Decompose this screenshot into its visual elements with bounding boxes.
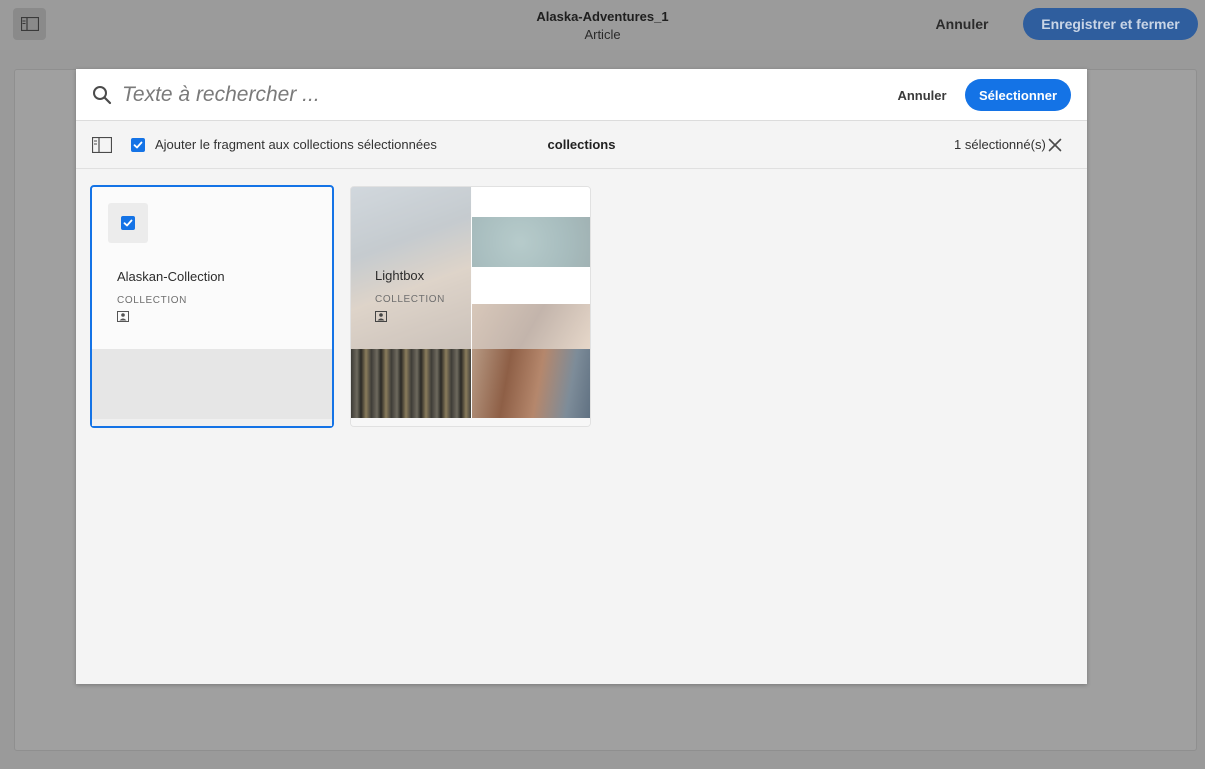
close-icon[interactable] bbox=[1048, 138, 1062, 152]
card-footer bbox=[351, 418, 590, 426]
thumbnail-tile bbox=[351, 349, 471, 418]
save-and-close-button[interactable]: Enregistrer et fermer bbox=[1023, 8, 1198, 40]
collection-icon bbox=[117, 311, 129, 322]
collection-icon bbox=[375, 311, 387, 322]
card-footer bbox=[92, 419, 332, 426]
action-bar: Ajouter le fragment aux collections séle… bbox=[76, 121, 1087, 169]
card-type: COLLECTION bbox=[117, 295, 187, 306]
selection-count: 1 sélectionné(s) bbox=[954, 137, 1046, 152]
card-title: Alaskan-Collection bbox=[117, 269, 225, 284]
card-thumbnail bbox=[92, 349, 332, 419]
search-bar: Annuler Sélectionner bbox=[76, 69, 1087, 121]
checkmark-icon bbox=[123, 219, 133, 227]
thumbnail-tile bbox=[472, 349, 590, 418]
card-checkbox-mark bbox=[121, 216, 135, 230]
card-checkbox[interactable] bbox=[108, 203, 148, 243]
editor-cancel-button[interactable]: Annuler bbox=[920, 8, 1004, 40]
collection-picker-dialog: Annuler Sélectionner Ajouter le fragment… bbox=[76, 69, 1087, 684]
select-button[interactable]: Sélectionner bbox=[965, 79, 1071, 111]
collection-card[interactable]: Alaskan-Collection COLLECTION bbox=[90, 185, 334, 428]
collection-card[interactable]: Lightbox COLLECTION bbox=[350, 186, 591, 427]
view-title: collections bbox=[547, 137, 616, 152]
search-input[interactable] bbox=[122, 79, 722, 111]
card-title: Lightbox bbox=[375, 268, 425, 283]
dialog-cancel-button[interactable]: Annuler bbox=[888, 80, 956, 110]
card-type: COLLECTION bbox=[375, 294, 445, 305]
search-icon bbox=[93, 86, 112, 105]
editor-topbar: Alaska-Adventures_1 Article Annuler Enre… bbox=[0, 0, 1205, 50]
